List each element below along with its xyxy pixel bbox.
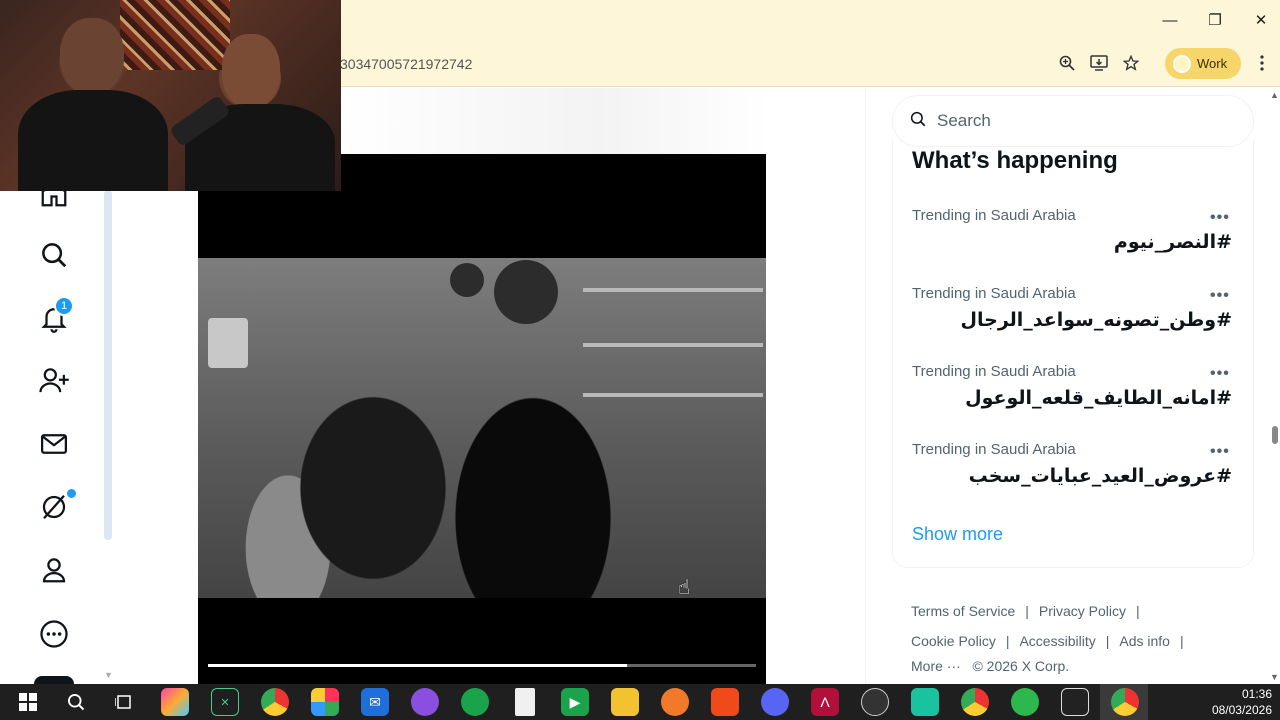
video-bottom-bar <box>198 598 766 630</box>
more-icon[interactable] <box>36 616 72 652</box>
footer-links: Terms of Service | Privacy Policy | Cookie … <box>911 596 1251 676</box>
scroll-down-arrow-icon[interactable]: ▼ <box>1270 672 1279 682</box>
app-icon[interactable] <box>461 688 489 716</box>
chrome-icon[interactable] <box>261 688 289 716</box>
trend-more-icon[interactable]: ••• <box>1210 287 1230 305</box>
app-icon[interactable]: Λ <box>811 688 839 716</box>
whats-happening-card <box>892 140 1254 568</box>
chrome-icon[interactable] <box>961 688 989 716</box>
trend-meta: Trending in Saudi Arabia <box>912 363 1076 380</box>
brave-icon[interactable] <box>711 688 739 716</box>
trend-tag[interactable]: #النصر_نيوم <box>1114 231 1232 253</box>
separator: | <box>1136 603 1140 619</box>
search-placeholder: Search <box>937 111 991 130</box>
clock-date: 08/03/2026 <box>1211 703 1272 717</box>
shelf <box>583 343 763 347</box>
shelf <box>583 288 763 292</box>
profile-label: Work <box>1197 56 1228 71</box>
app-icon[interactable]: ▶ <box>561 688 589 716</box>
trend-tag[interactable]: #وطن_تصونه_سواعد_الرجال <box>961 309 1233 331</box>
discord-icon[interactable] <box>761 688 789 716</box>
grok-dot-badge <box>67 489 76 498</box>
separator: | <box>1179 633 1184 649</box>
store-icon[interactable] <box>311 688 339 716</box>
person-head <box>222 34 280 108</box>
xbox-icon[interactable]: ✕ <box>211 688 239 716</box>
account-avatar[interactable] <box>34 676 74 684</box>
messages-icon[interactable] <box>36 426 72 462</box>
accessibility-link[interactable]: Accessibility <box>1019 633 1095 649</box>
separator: | <box>1025 603 1029 619</box>
trend-more-icon[interactable]: ••• <box>1210 443 1230 461</box>
person-head <box>60 18 124 94</box>
section-title: What’s happening <box>912 147 1118 174</box>
person-body <box>18 90 168 191</box>
pot <box>494 260 558 324</box>
zoom-icon[interactable] <box>1056 52 1078 74</box>
search-icon <box>909 110 927 133</box>
left-scrollbar[interactable] <box>104 190 112 540</box>
kebab-menu-icon[interactable] <box>1251 52 1273 74</box>
app-icon[interactable] <box>411 688 439 716</box>
taskbar-search-icon[interactable] <box>62 688 90 716</box>
trend-meta: Trending in Saudi Arabia <box>912 285 1076 302</box>
explore-icon[interactable] <box>36 237 72 273</box>
scroll-down-arrow-icon[interactable]: ▼ <box>104 670 113 680</box>
trend-more-icon[interactable]: ••• <box>1210 365 1230 383</box>
taskbar-clock[interactable]: 01:36 08/03/2026 <box>1212 686 1272 718</box>
wall-rug <box>120 0 230 70</box>
chrome-icon[interactable] <box>1111 688 1139 716</box>
app-icon[interactable] <box>1011 688 1039 716</box>
trend-meta: Trending in Saudi Arabia <box>912 207 1076 224</box>
profile-chip[interactable]: Work <box>1165 48 1241 79</box>
app-icon[interactable] <box>911 688 939 716</box>
header-area <box>340 88 770 154</box>
ads-info-link[interactable]: Ads info <box>1119 633 1170 649</box>
scroll-up-arrow-icon[interactable]: ▲ <box>1270 90 1279 100</box>
close-button[interactable]: ✕ <box>1246 8 1276 32</box>
show-more-link[interactable]: Show more <box>912 524 1003 545</box>
notifications-badge: 1 <box>54 296 74 316</box>
install-icon[interactable] <box>1088 52 1110 74</box>
separator: | <box>1105 633 1110 649</box>
profile-icon[interactable] <box>36 552 72 588</box>
star-icon[interactable] <box>1120 52 1142 74</box>
mail-icon[interactable]: ✉ <box>361 688 389 716</box>
column-divider <box>865 88 866 684</box>
task-view-icon[interactable] <box>110 688 138 716</box>
url-text[interactable]: 30347005721972742 <box>340 56 472 72</box>
trend-more-icon[interactable]: ••• <box>1210 209 1230 227</box>
minimize-button[interactable]: — <box>1155 8 1185 32</box>
search-input[interactable]: Search <box>892 95 1254 147</box>
video-player[interactable] <box>198 154 766 684</box>
copyright: © 2026 X Corp. <box>972 658 1070 674</box>
file-icon[interactable] <box>515 688 535 716</box>
shelf <box>583 393 763 397</box>
trend-meta: Trending in Saudi Arabia <box>912 441 1076 458</box>
more-link[interactable]: More ··· <box>911 658 961 674</box>
follow-icon[interactable] <box>36 363 72 399</box>
trend-tag[interactable]: #امانه_الطايف_قلعه_الوعول <box>965 387 1232 409</box>
trend-tag[interactable]: #عروض_العيد_عبايات_سخب <box>969 465 1232 487</box>
cookie-link[interactable]: Cookie Policy <box>911 633 996 649</box>
video-progress-fill <box>208 664 627 667</box>
separator: | <box>1005 633 1010 649</box>
copilot-icon[interactable] <box>161 688 189 716</box>
app-icon[interactable] <box>1061 688 1089 716</box>
clock-time: 01:36 <box>1241 687 1272 701</box>
file-explorer-icon[interactable] <box>611 688 639 716</box>
obs-icon[interactable] <box>861 688 889 716</box>
app-icon[interactable] <box>661 688 689 716</box>
profile-avatar <box>1173 54 1191 73</box>
pot <box>450 263 484 297</box>
restore-button[interactable]: ❐ <box>1200 8 1230 32</box>
windows-start-icon[interactable] <box>14 688 42 716</box>
hand-cursor-icon: ☝ <box>678 577 691 599</box>
terms-link[interactable]: Terms of Service <box>911 603 1015 619</box>
jar <box>208 318 248 368</box>
webcam-overlay <box>0 0 341 191</box>
page-scrollbar-thumb[interactable] <box>1272 426 1278 444</box>
privacy-link[interactable]: Privacy Policy <box>1039 603 1126 619</box>
